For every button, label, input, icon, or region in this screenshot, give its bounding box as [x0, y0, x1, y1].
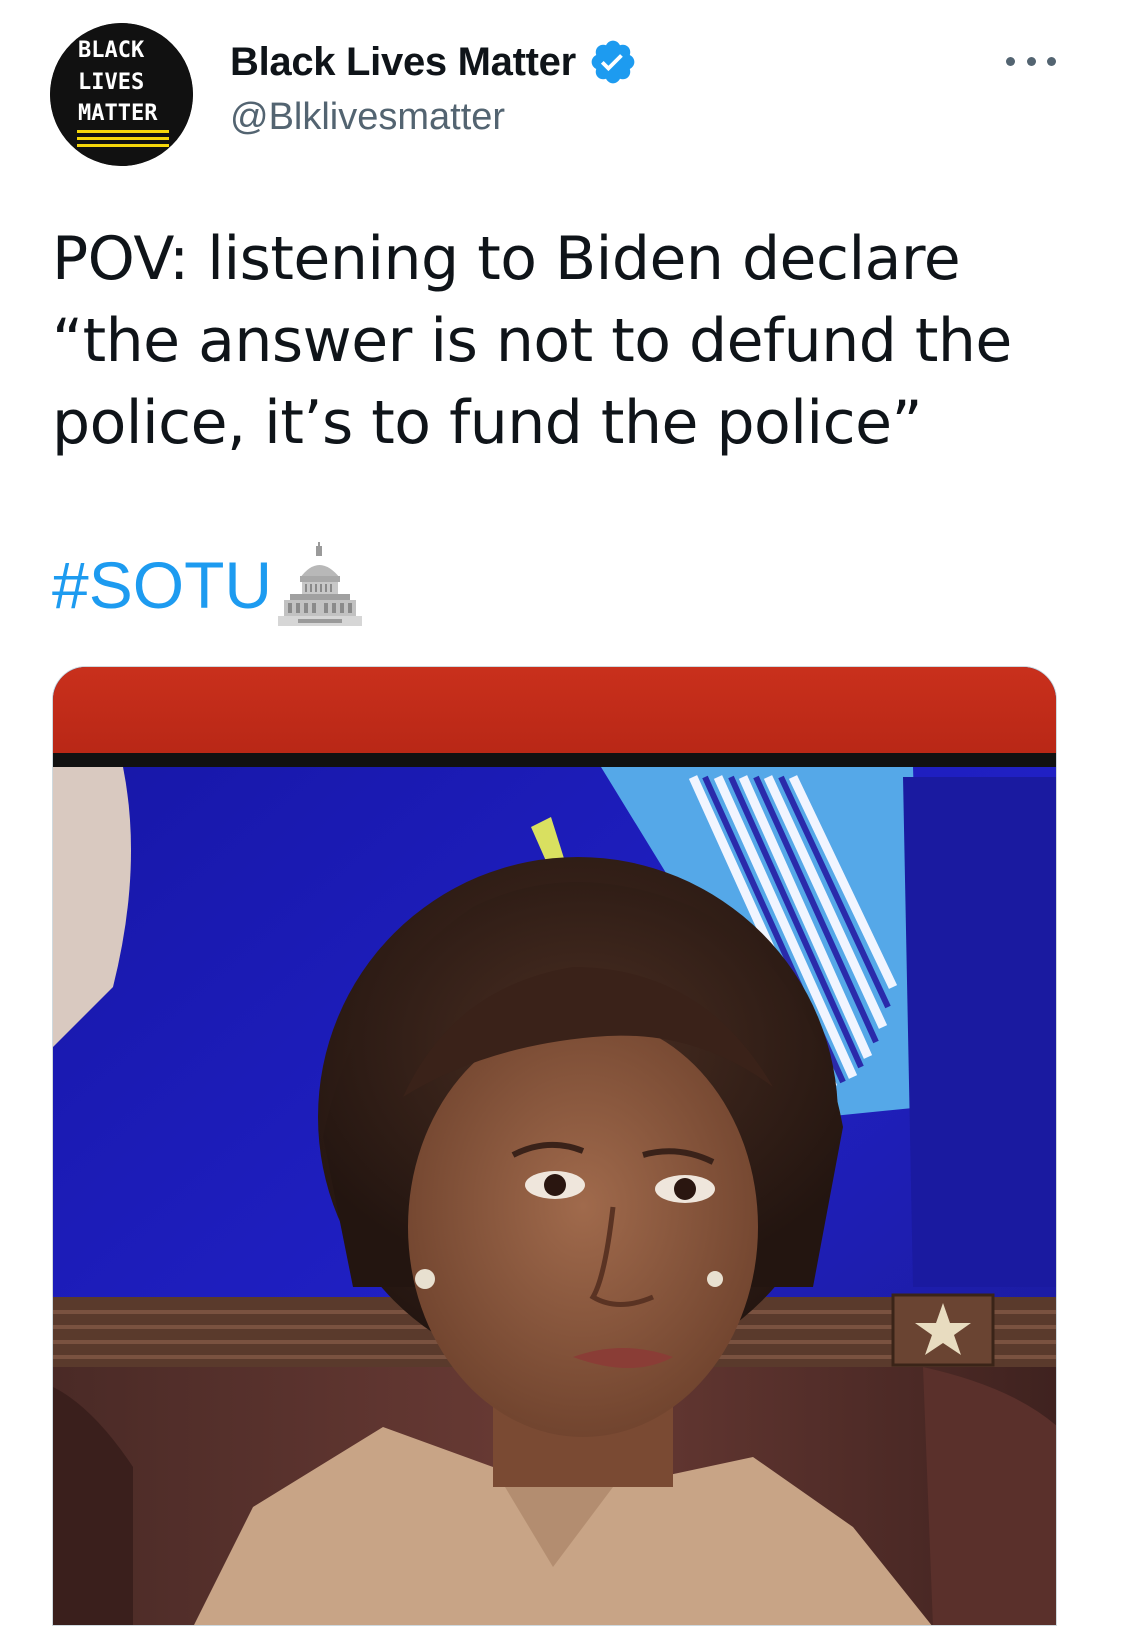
avatar-line-1: BLACK [78, 38, 145, 63]
photo-image [53, 667, 1056, 1625]
blm-logo-icon: BLACK LIVES MATTER [50, 23, 193, 166]
verified-badge-icon [588, 37, 638, 87]
more-options-icon[interactable] [1006, 48, 1056, 74]
hashtag-row: #SOTU [52, 540, 363, 630]
capitol-icon [278, 542, 363, 630]
hashtag-link[interactable]: #SOTU [52, 540, 272, 630]
tweet-text: POV: listening to Biden declare “the ans… [52, 224, 1012, 458]
avatar[interactable]: BLACK LIVES MATTER [50, 23, 193, 166]
avatar-line-3: MATTER [78, 101, 158, 126]
account-names: Black Lives Matter @Blklivesmatter [230, 36, 638, 139]
tweet-header: BLACK LIVES MATTER Black Lives Matter @B… [0, 0, 1125, 200]
display-name[interactable]: Black Lives Matter [230, 40, 576, 85]
avatar-line-2: LIVES [78, 70, 144, 95]
display-name-row: Black Lives Matter [230, 36, 638, 88]
account-handle[interactable]: @Blklivesmatter [230, 96, 638, 139]
tweet-photo[interactable] [52, 666, 1057, 1626]
